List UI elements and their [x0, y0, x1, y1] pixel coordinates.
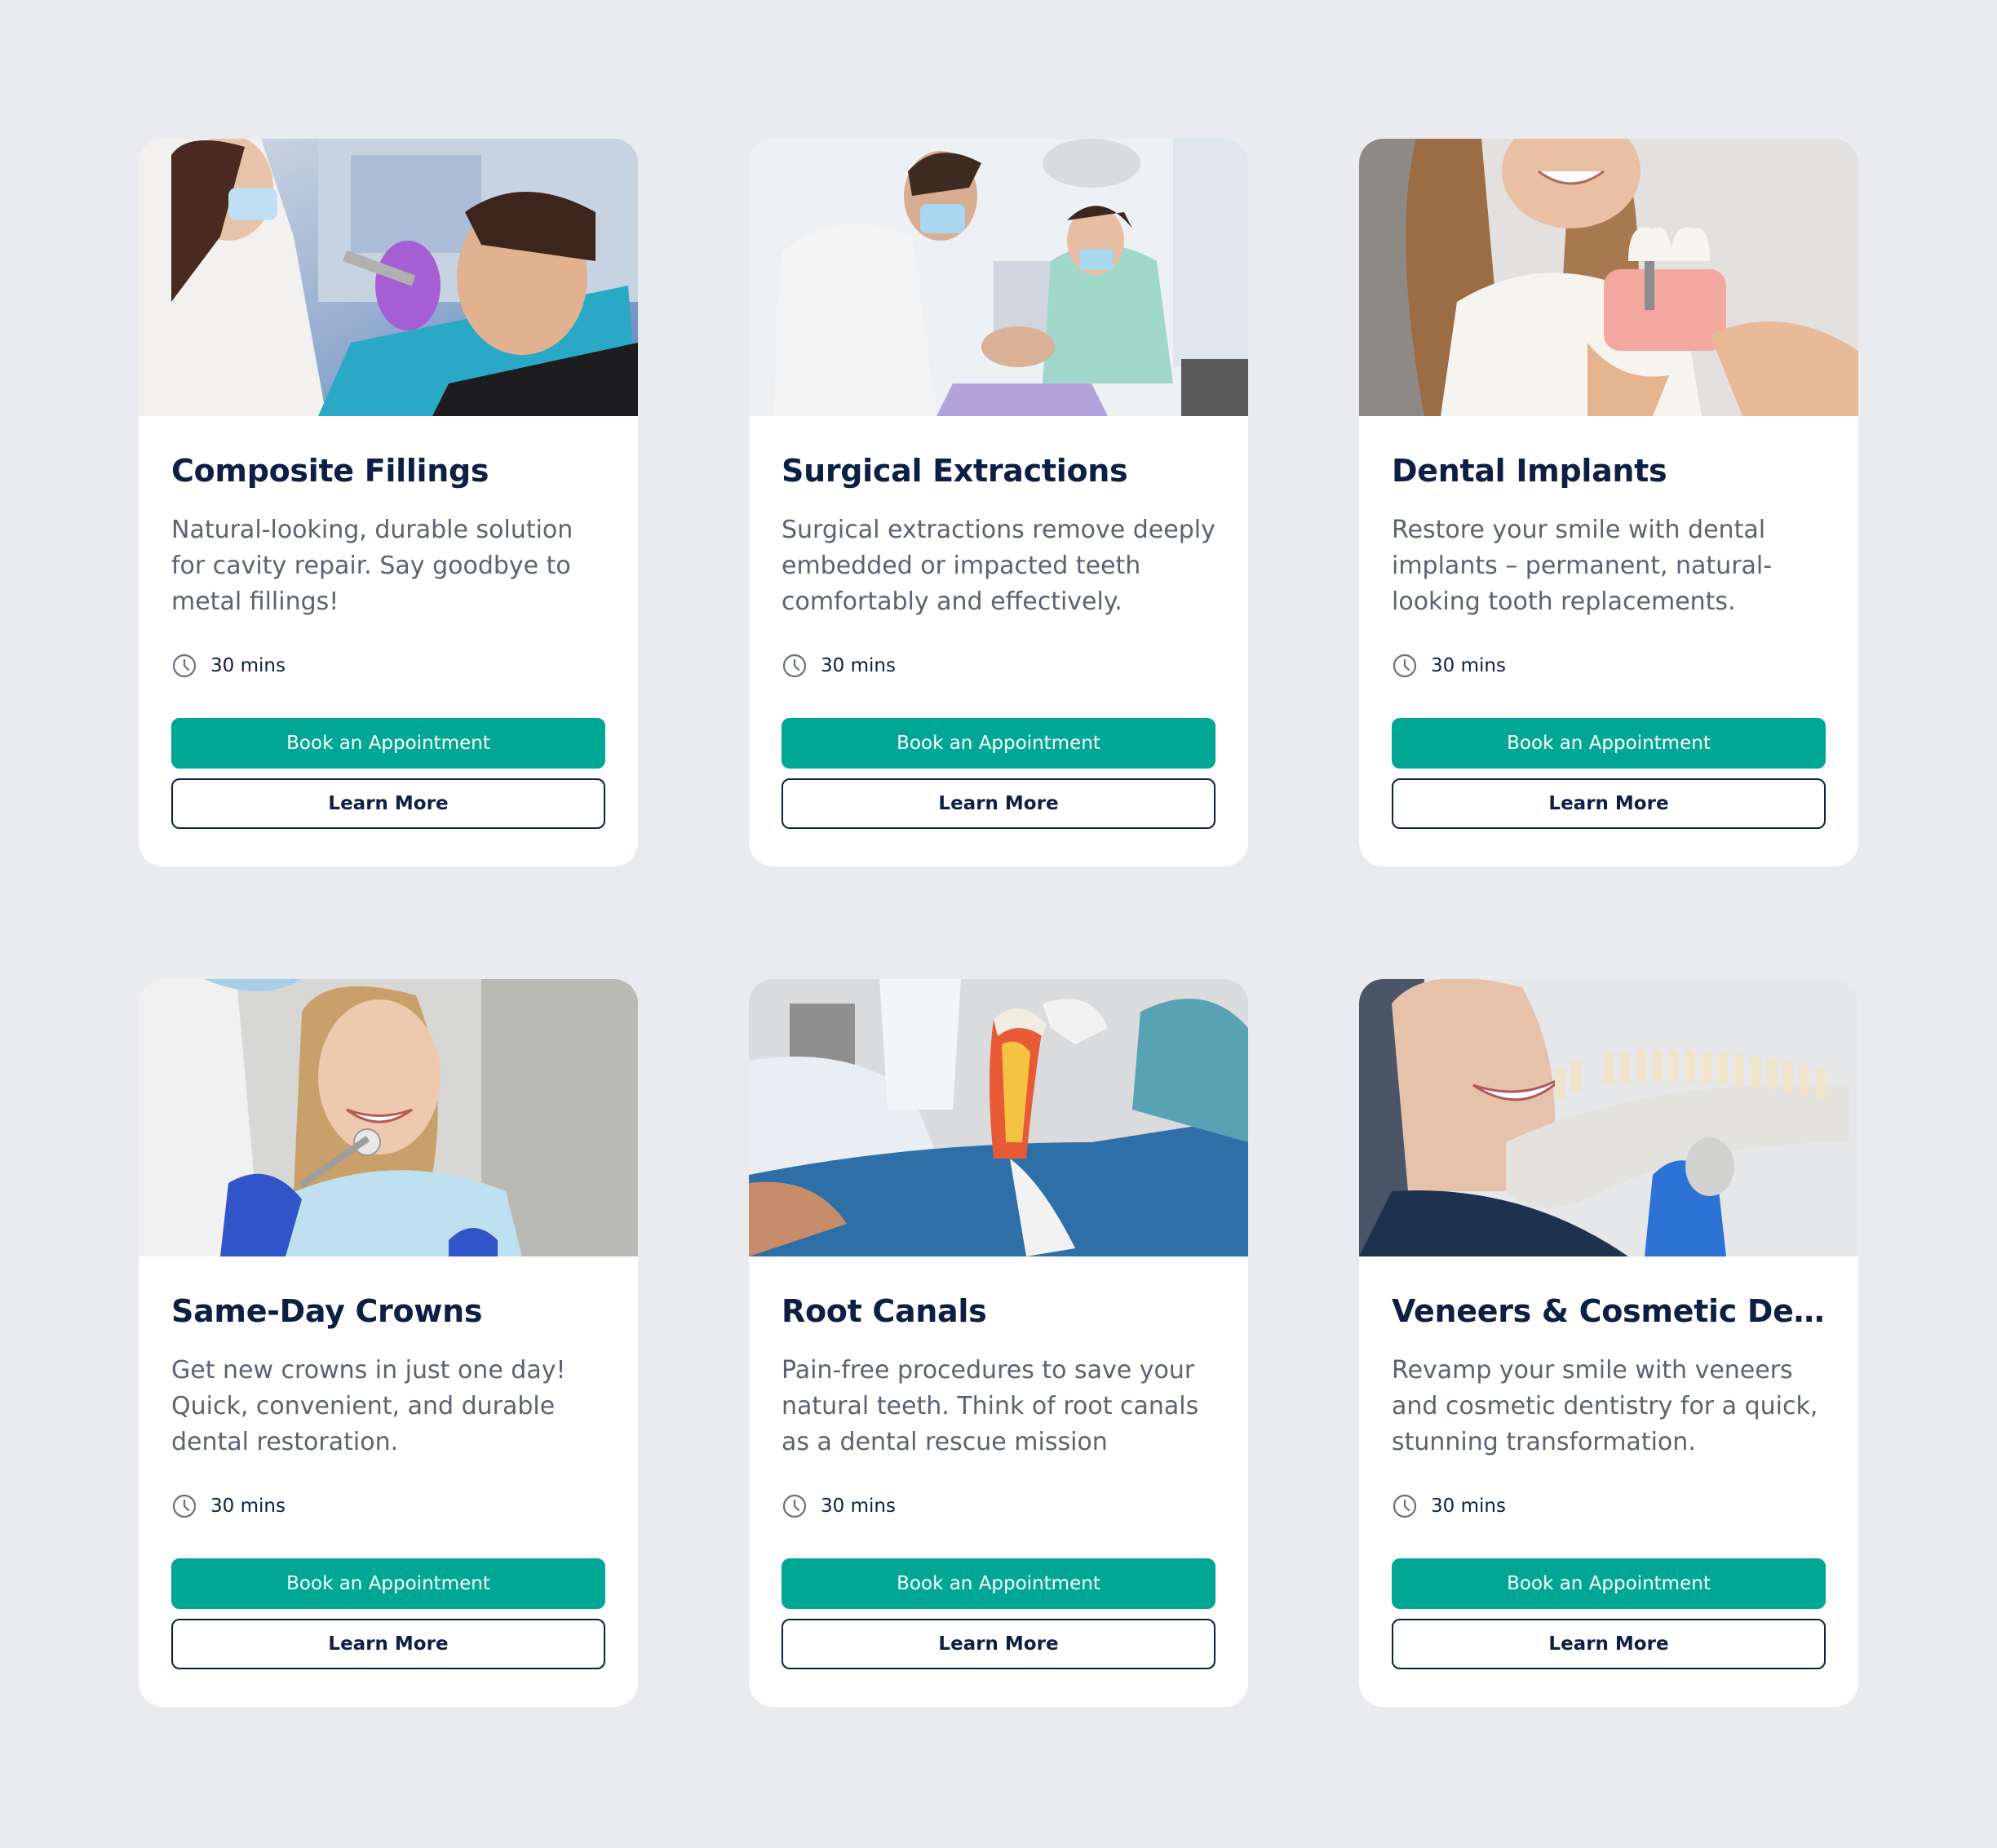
learn-more-button[interactable]: Learn More — [782, 1619, 1215, 1669]
service-duration: 30 mins — [1392, 1491, 1826, 1521]
service-card: Veneers & Cosmetic Denti... Revamp your … — [1359, 979, 1858, 1707]
service-title: Same-Day Crowns — [171, 1293, 483, 1329]
service-image — [139, 979, 638, 1256]
service-duration: 30 mins — [1392, 651, 1826, 680]
service-image — [1359, 139, 1858, 416]
service-title: Surgical Extractions — [782, 453, 1128, 489]
clock-icon — [782, 653, 808, 679]
book-appointment-button[interactable]: Book an Appointment — [782, 718, 1215, 769]
duration-label: 30 mins — [821, 655, 896, 676]
learn-more-button[interactable]: Learn More — [1392, 1619, 1826, 1669]
learn-more-button[interactable]: Learn More — [171, 1619, 605, 1669]
learn-more-button[interactable]: Learn More — [1392, 778, 1826, 829]
learn-more-button[interactable]: Learn More — [782, 778, 1215, 829]
clock-icon — [782, 1493, 808, 1519]
book-appointment-button[interactable]: Book an Appointment — [782, 1558, 1215, 1609]
clock-icon — [1392, 1493, 1418, 1519]
service-description: Revamp your smile with veneers and cosme… — [1392, 1356, 1818, 1456]
clock-icon — [1392, 653, 1418, 679]
service-description: Natural-looking, durable solution for ca… — [171, 516, 573, 616]
services-grid: Composite Fillings Natural-looking, dura… — [139, 139, 1858, 1707]
service-image — [139, 139, 638, 416]
duration-label: 30 mins — [210, 1496, 286, 1517]
service-title: Veneers & Cosmetic Denti... — [1392, 1293, 1826, 1329]
book-appointment-button[interactable]: Book an Appointment — [171, 718, 605, 769]
book-appointment-button[interactable]: Book an Appointment — [171, 1558, 605, 1609]
service-card: Composite Fillings Natural-looking, dura… — [139, 139, 638, 866]
service-card: Root Canals Pain-free procedures to save… — [749, 979, 1248, 1707]
service-duration: 30 mins — [782, 1491, 1215, 1521]
service-title: Dental Implants — [1392, 453, 1667, 489]
duration-label: 30 mins — [1431, 1496, 1506, 1517]
service-description: Pain-free procedures to save your natura… — [782, 1356, 1199, 1456]
service-image — [1359, 979, 1858, 1256]
service-card: Dental Implants Restore your smile with … — [1359, 139, 1858, 866]
learn-more-button[interactable]: Learn More — [171, 778, 605, 829]
service-image — [749, 139, 1248, 416]
duration-label: 30 mins — [1431, 655, 1506, 676]
service-card: Same-Day Crowns Get new crowns in just o… — [139, 979, 638, 1707]
book-appointment-button[interactable]: Book an Appointment — [1392, 718, 1826, 769]
service-duration: 30 mins — [782, 651, 1215, 680]
service-duration: 30 mins — [171, 1491, 605, 1521]
service-card: Surgical Extractions Surgical extraction… — [749, 139, 1248, 866]
duration-label: 30 mins — [210, 655, 286, 676]
service-duration: 30 mins — [171, 651, 605, 680]
service-description: Get new crowns in just one day! Quick, c… — [171, 1356, 566, 1456]
duration-label: 30 mins — [821, 1496, 896, 1517]
service-image — [749, 979, 1248, 1256]
service-description: Restore your smile with dental implants … — [1392, 516, 1773, 616]
service-description: Surgical extractions remove deeply embed… — [782, 516, 1215, 616]
book-appointment-button[interactable]: Book an Appointment — [1392, 1558, 1826, 1609]
clock-icon — [171, 653, 197, 679]
clock-icon — [171, 1493, 197, 1519]
service-title: Root Canals — [782, 1293, 987, 1329]
service-title: Composite Fillings — [171, 453, 489, 489]
